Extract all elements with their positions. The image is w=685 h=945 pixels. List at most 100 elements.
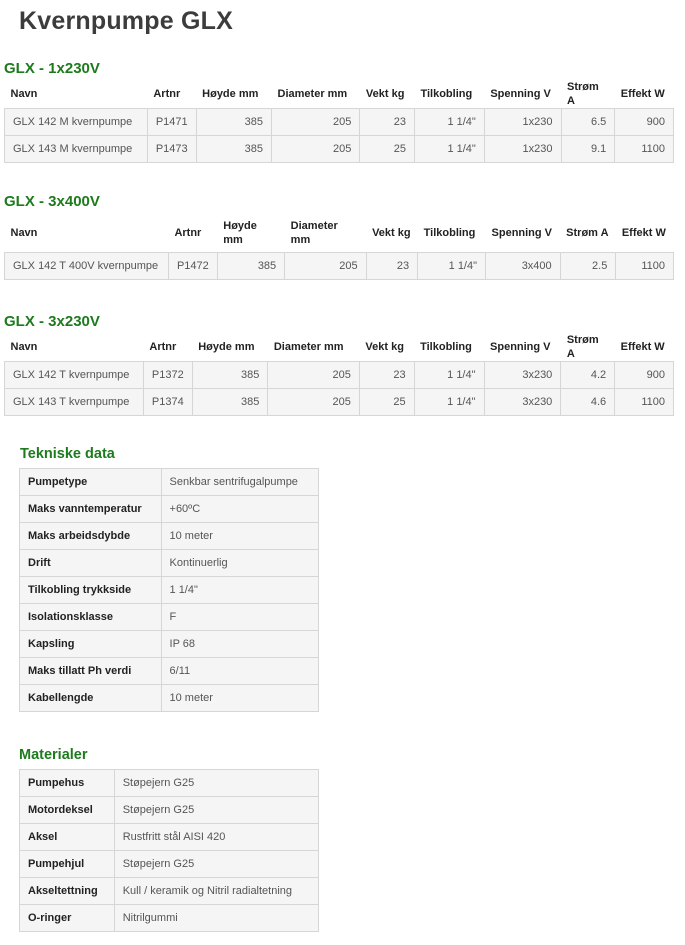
col-header: Effekt W (614, 80, 674, 109)
spec-value: IP 68 (160, 630, 320, 658)
materialer-table: Pumpehus Støpejern G25 Motordeksel Støpeje… (19, 769, 320, 932)
col-header: Høyde mm (217, 214, 285, 252)
cell-tilkobling: 1 1/4" (413, 135, 485, 163)
spec-key: O-ringer (19, 904, 115, 932)
cell-tilkobling: 1 1/4" (413, 388, 485, 416)
cell-navn: GLX 143 M kvernpumpe (4, 135, 148, 163)
spec-value: Kontinuerlig (160, 549, 320, 577)
product-table-1x230v: Navn Artnr Høyde mm Diameter mm Vekt kg … (4, 80, 674, 163)
col-header: Tilkobling (417, 214, 486, 252)
table-row: O-ringer Nitrilgummi (19, 904, 320, 932)
table-row: Aksel Rustfritt stål AISI 420 (19, 823, 320, 851)
cell-strom: 6.5 (560, 108, 616, 136)
table-row: GLX 142 M kvernpumpe P1471 385 205 23 1 … (4, 108, 674, 136)
table-row: GLX 143 T kvernpumpe P1374 385 205 25 1 … (4, 388, 674, 416)
col-header: Diameter mm (271, 80, 360, 109)
table-row: Kabellengde 10 meter (19, 684, 320, 712)
cell-vekt: 25 (359, 135, 415, 163)
cell-hoyde: 385 (216, 251, 286, 280)
spec-key: Pumpetype (19, 468, 162, 496)
col-header: Effekt W (615, 214, 674, 252)
table-row: Maks tillatt Ph verdi 6/11 (19, 657, 320, 685)
col-header: Strøm A (561, 80, 615, 109)
cell-artnr: P1374 (142, 388, 193, 416)
spec-value: +60ºC (160, 495, 320, 523)
col-header: Diameter mm (284, 214, 367, 252)
spec-value: Støpejern G25 (113, 796, 320, 824)
cell-navn: GLX 142 T kvernpumpe (4, 361, 144, 389)
spec-key: Maks arbeidsdybde (19, 522, 162, 550)
cell-hoyde: 385 (191, 361, 269, 389)
cell-spenning: 1x230 (483, 108, 562, 136)
product-table-3x400v: Navn Artnr Høyde mm Diameter mm Vekt kg … (4, 214, 674, 280)
col-header: Navn (4, 333, 144, 362)
spec-value: Støpejern G25 (113, 769, 320, 797)
cell-vekt: 23 (365, 251, 419, 280)
cell-artnr: P1471 (146, 108, 197, 136)
col-header: Artnr (143, 333, 193, 362)
col-header: Effekt W (614, 333, 674, 362)
spec-key: Drift (19, 549, 162, 577)
cell-spenning: 3x400 (485, 251, 561, 280)
table-header-row: Navn Artnr Høyde mm Diameter mm Vekt kg … (4, 80, 674, 109)
cell-hoyde: 385 (191, 388, 269, 416)
spec-value: Kull / keramik og Nitril radialtetning (113, 877, 320, 905)
cell-artnr: P1372 (142, 361, 193, 389)
section-heading-1x230v: GLX - 1x230V (4, 60, 100, 77)
cell-strom: 9.1 (560, 135, 616, 163)
cell-diameter: 205 (267, 388, 360, 416)
table-row: Akseltettning Kull / keramik og Nitril ra… (19, 877, 320, 905)
cell-artnr: P1472 (167, 251, 218, 280)
table-row: Maks arbeidsdybde 10 meter (19, 522, 320, 550)
cell-vekt: 25 (358, 388, 415, 416)
cell-vekt: 23 (358, 361, 415, 389)
col-header: Vekt kg (359, 333, 415, 362)
cell-strom: 4.6 (560, 388, 616, 416)
cell-hoyde: 385 (195, 108, 273, 136)
spec-value: Senkbar sentrifugalpumpe (160, 468, 320, 496)
spec-key: Tilkobling trykkside (19, 576, 162, 604)
cell-diameter: 205 (267, 361, 360, 389)
spec-key: Pumpehus (19, 769, 115, 797)
col-header: Tilkobling (414, 333, 485, 362)
spec-value: 10 meter (160, 684, 320, 712)
spec-value: F (160, 603, 320, 631)
cell-effekt: 1100 (614, 135, 674, 163)
table-row: Tilkobling trykkside 1 1/4" (19, 576, 320, 604)
cell-tilkobling: 1 1/4" (413, 361, 485, 389)
col-header: Spenning V (485, 214, 561, 252)
col-header: Spenning V (484, 80, 561, 109)
cell-spenning: 1x230 (483, 135, 562, 163)
spec-key: Kapsling (19, 630, 162, 658)
cell-navn: GLX 142 M kvernpumpe (4, 108, 148, 136)
col-header: Artnr (147, 80, 197, 109)
col-header: Strøm A (560, 333, 615, 362)
spec-value: Støpejern G25 (113, 850, 320, 878)
tekniske-data-table: Pumpetype Senkbar sentrifugalpumpe Maks v… (19, 468, 320, 712)
col-header: Tilkobling (414, 80, 485, 109)
col-header: Spenning V (484, 333, 561, 362)
table-row: Pumpehjul Støpejern G25 (19, 850, 320, 878)
spec-key: Isolationsklasse (19, 603, 162, 631)
page-title: Kvernpumpe GLX (19, 7, 233, 35)
table-row: Maks vanntemperatur +60ºC (19, 495, 320, 523)
spec-key: Maks tillatt Ph verdi (19, 657, 162, 685)
cell-effekt: 900 (614, 108, 674, 136)
spec-value: Rustfritt stål AISI 420 (113, 823, 320, 851)
col-header: Vekt kg (366, 214, 418, 252)
col-header: Høyde mm (196, 80, 272, 109)
table-row: Kapsling IP 68 (19, 630, 320, 658)
spec-value: 6/11 (160, 657, 320, 685)
materialer-heading: Materialer (19, 747, 88, 763)
table-row: GLX 143 M kvernpumpe P1473 385 205 25 1 … (4, 135, 674, 163)
cell-spenning: 3x230 (483, 361, 562, 389)
table-row: Pumpetype Senkbar sentrifugalpumpe (19, 468, 320, 496)
cell-vekt: 23 (359, 108, 415, 136)
cell-strom: 4.2 (560, 361, 616, 389)
section-heading-3x230v: GLX - 3x230V (4, 313, 100, 330)
cell-strom: 2.5 (559, 251, 617, 280)
cell-diameter: 205 (284, 251, 367, 280)
tekniske-data-heading: Tekniske data (20, 446, 115, 462)
spec-value: Nitrilgummi (113, 904, 320, 932)
cell-effekt: 1100 (614, 388, 674, 416)
